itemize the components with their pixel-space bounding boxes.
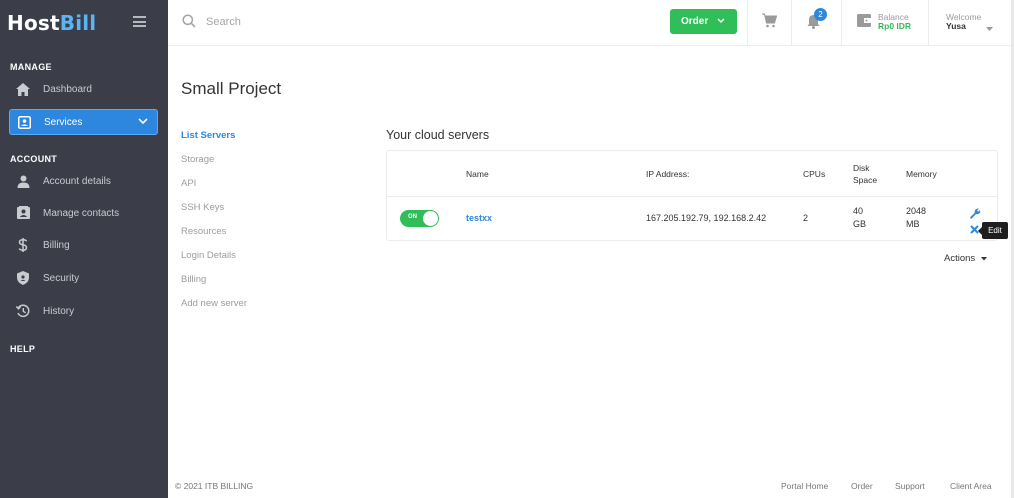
sidebar-item-services[interactable]: Services (9, 109, 158, 135)
sidebar-item-account-details[interactable]: Account details (9, 168, 158, 194)
section-title-account: ACCOUNT (10, 154, 58, 164)
sidebar-item-label: Security (43, 272, 80, 284)
user-icon (16, 174, 30, 188)
server-ip: 167.205.192.79, 192.168.2.42 (646, 213, 767, 223)
toggle-on-text: ON (408, 214, 417, 220)
divider (747, 0, 748, 46)
contacts-icon (16, 206, 30, 220)
sidebar-item-manage-contacts[interactable]: Manage contacts (9, 200, 158, 226)
history-icon (16, 304, 30, 318)
home-icon (16, 82, 30, 96)
search-icon (182, 14, 196, 33)
sidebar-item-label: Billing (43, 239, 70, 251)
subnav-storage[interactable]: Storage (181, 154, 214, 165)
section-heading: Your cloud servers (386, 128, 490, 142)
server-disk: 40 GB (853, 205, 866, 231)
actions-dropdown[interactable]: Actions (944, 253, 988, 264)
topbar: Order 2 Balance Rp0 IDR Welcome Yusa (168, 0, 1014, 46)
server-memory-unit: MB (906, 219, 920, 229)
order-button[interactable]: Order (670, 9, 737, 34)
server-name-link[interactable]: testxx (466, 213, 492, 223)
dollar-icon (16, 238, 30, 252)
sidebar-item-label: Account details (43, 175, 111, 187)
server-cpus: 2 (803, 213, 809, 223)
section-title-manage: MANAGE (10, 62, 52, 72)
column-header-disk-line1: Disk (853, 163, 870, 173)
subnav-resources[interactable]: Resources (181, 226, 226, 237)
server-disk-value: 40 (853, 206, 864, 216)
footer-link-support[interactable]: Support (895, 481, 925, 491)
shield-icon (16, 271, 30, 285)
server-memory-value: 2048 (906, 206, 927, 216)
chevron-down-icon (717, 18, 725, 24)
column-header-ip: IP Address: (646, 169, 690, 179)
subnav-ssh-keys[interactable]: SSH Keys (181, 202, 224, 213)
notification-badge: 2 (814, 8, 827, 21)
services-icon (17, 115, 31, 129)
footer-copyright: © 2021 ITB BILLING (175, 481, 254, 491)
subnav-login-details[interactable]: Login Details (181, 250, 236, 261)
wallet-icon (857, 14, 871, 32)
balance-value: Rp0 IDR (878, 21, 912, 31)
divider (928, 0, 929, 46)
order-button-label: Order (681, 16, 709, 27)
column-header-cpus: CPUs (803, 169, 826, 179)
divider (386, 196, 998, 197)
sidebar-item-security[interactable]: Security (9, 265, 158, 291)
logo-host-text: Host (7, 11, 60, 35)
sidebar-item-label: History (43, 305, 75, 317)
section-title-help: HELP (10, 344, 36, 354)
sidebar-item-billing[interactable]: Billing (9, 232, 158, 258)
chevron-down-icon (138, 117, 148, 128)
logo-bill-text: Bill (59, 11, 97, 35)
server-disk-unit: GB (853, 219, 867, 229)
actions-label: Actions (944, 253, 976, 264)
toggle-knob (423, 211, 438, 226)
menu-toggle-icon[interactable] (133, 16, 146, 27)
divider (791, 0, 792, 46)
sidebar-item-history[interactable]: History (9, 298, 158, 324)
server-memory: 2048 MB (906, 205, 926, 231)
sidebar-item-label: Services (44, 116, 83, 128)
subnav-add-new-server[interactable]: Add new server (181, 298, 247, 309)
sidebar: HostBill MANAGE Dashboard Services ACCOU… (0, 0, 168, 498)
caret-down-icon (981, 256, 988, 260)
subnav-api[interactable]: API (181, 178, 196, 189)
sidebar-item-label: Manage contacts (43, 207, 120, 219)
edit-tooltip: Edit (978, 222, 1008, 239)
page-title: Small Project (181, 79, 282, 98)
server-power-toggle[interactable]: ON (400, 210, 439, 227)
column-header-name: Name (466, 169, 489, 179)
user-name[interactable]: Yusa (946, 21, 966, 31)
cart-icon[interactable] (762, 13, 778, 33)
footer-link-order[interactable]: Order (851, 481, 873, 491)
footer-link-client-area[interactable]: Client Area (950, 481, 992, 491)
search-input[interactable] (206, 12, 486, 32)
column-header-disk-line2: Space (853, 175, 878, 185)
footer-link-portal-home[interactable]: Portal Home (781, 481, 828, 491)
caret-down-icon[interactable] (986, 18, 993, 36)
table-row: testxx (466, 212, 492, 225)
column-header-memory: Memory (906, 169, 937, 179)
sidebar-item-label: Dashboard (43, 83, 92, 95)
sidebar-item-dashboard[interactable]: Dashboard (9, 76, 158, 102)
subnav-billing[interactable]: Billing (181, 274, 206, 285)
divider (841, 0, 842, 46)
column-header-disk: Disk Space (853, 162, 877, 186)
subnav-list-servers[interactable]: List Servers (181, 130, 235, 141)
